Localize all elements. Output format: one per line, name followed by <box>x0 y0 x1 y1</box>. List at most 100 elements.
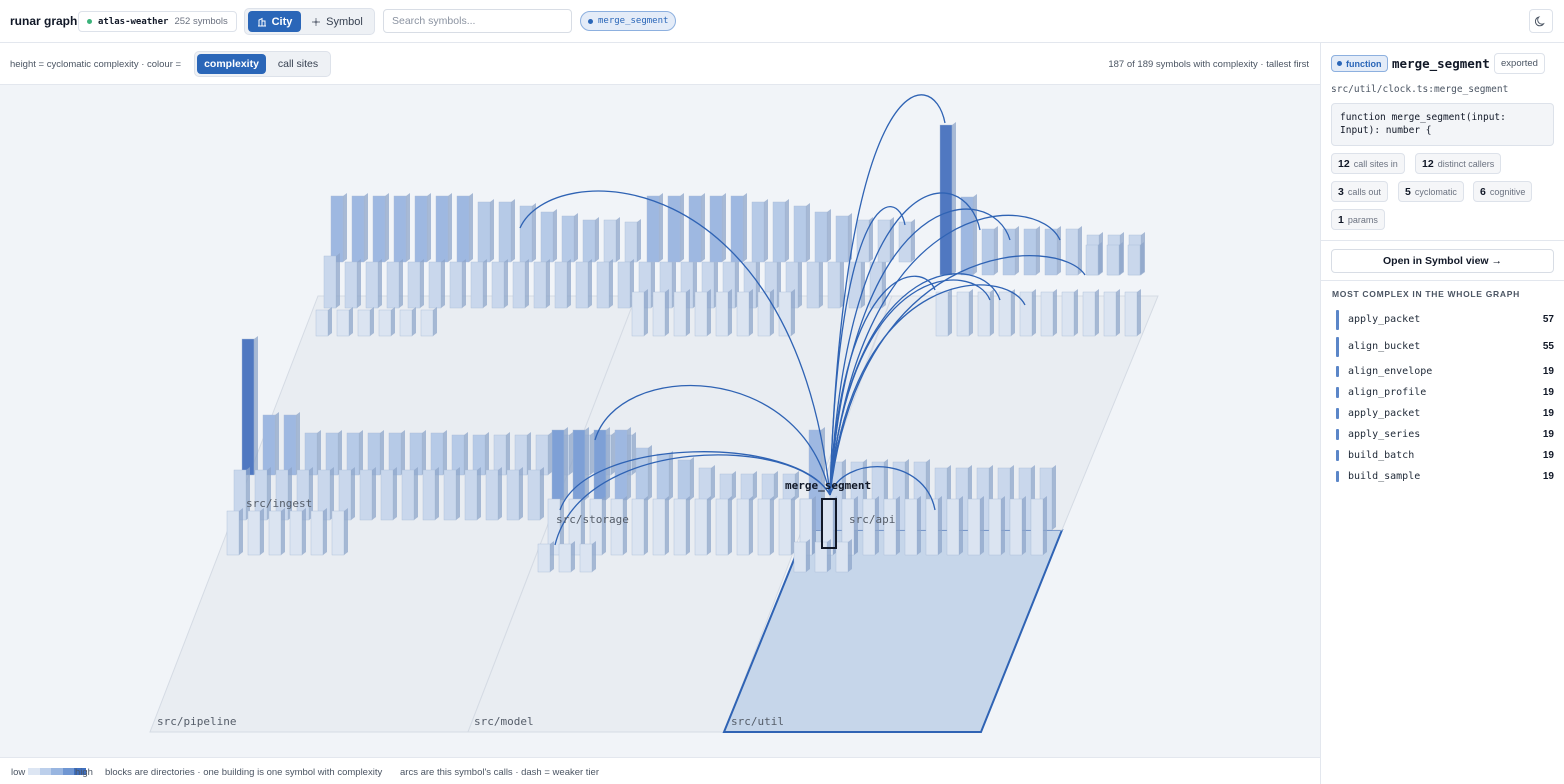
stat-label: call sites in <box>1353 158 1398 169</box>
complex-item-value: 19 <box>1542 387 1554 398</box>
symbol-building <box>456 195 470 263</box>
panel-divider <box>1321 240 1564 241</box>
symbol-building <box>688 195 702 263</box>
complexity-mode-button[interactable]: complexity <box>197 54 266 74</box>
building-side <box>1098 242 1102 275</box>
complex-item-name: align_profile <box>1348 387 1427 398</box>
building-side <box>317 430 321 475</box>
symbol-building <box>470 261 484 309</box>
building-side <box>498 467 502 520</box>
building-side <box>938 496 942 555</box>
city-canvas[interactable]: src/pipeline src/model src/util src/ingest s… <box>0 85 1320 757</box>
symbol-building <box>477 201 491 263</box>
symbol-building <box>1065 228 1079 276</box>
symbol-building <box>806 261 820 309</box>
complex-list-item[interactable]: build_batch 19 <box>1336 446 1554 467</box>
directory-label: src/pipeline <box>157 715 236 728</box>
stat-label: cognitive <box>1489 186 1526 197</box>
building-side <box>770 289 774 336</box>
symbol-building <box>380 469 394 521</box>
stat-params: 1 params <box>1331 209 1385 230</box>
legend-blocks-text: blocks are directories · one building is… <box>105 767 383 778</box>
complex-list-item[interactable]: align_bucket 55 <box>1336 337 1554 358</box>
symbol-building <box>540 211 554 263</box>
complex-list-item[interactable]: apply_series 19 <box>1336 425 1554 446</box>
top-bar: runar graph atlas-weather 252 symbols Ci… <box>0 0 1564 43</box>
building-side <box>1057 226 1061 275</box>
open-in-symbol-view-button[interactable]: Open in Symbol view → <box>1331 249 1554 273</box>
building-side <box>372 467 376 520</box>
building-side <box>592 541 596 572</box>
search-input[interactable] <box>383 9 572 33</box>
building-side <box>527 432 531 475</box>
theme-toggle-button[interactable] <box>1529 9 1553 33</box>
symbol-building <box>1061 291 1075 337</box>
complex-list-item[interactable]: align_envelope 19 <box>1336 362 1554 383</box>
colour-mode-toggle: complexity call sites <box>194 51 331 77</box>
building-side <box>564 427 568 500</box>
building-side <box>711 465 715 500</box>
symbol-building <box>827 261 841 309</box>
app-title: runar graph <box>10 14 78 28</box>
symbol-kind-badge: function <box>1331 55 1388 72</box>
symbol-building <box>778 498 792 556</box>
symbol-building <box>330 195 344 263</box>
stat-distinct-callers: 12 distinct callers <box>1415 153 1502 174</box>
symbol-building <box>551 429 565 501</box>
chip-dot-icon <box>588 18 593 24</box>
building-side <box>433 307 437 336</box>
symbol-building <box>1030 498 1044 556</box>
repo-badge[interactable]: atlas-weather 252 symbols <box>78 11 237 32</box>
stat-cyclomatic: 5 cyclomatic <box>1398 181 1464 202</box>
city-svg[interactable]: src/pipeline src/model src/util src/ingest s… <box>0 85 1320 757</box>
symbol-building <box>247 510 261 556</box>
symbol-building <box>694 498 708 556</box>
symbol-building <box>862 498 876 556</box>
canvas-status: 187 of 189 symbols with complexity · tal… <box>1108 59 1309 70</box>
symbol-building <box>268 510 282 556</box>
building-side <box>302 508 306 555</box>
symbol-building <box>925 498 939 556</box>
complex-list-item[interactable]: apply_packet 19 <box>1336 404 1554 425</box>
building-side <box>637 219 641 262</box>
stat-cognitive: 6 cognitive <box>1473 181 1533 202</box>
complex-list-item[interactable]: apply_packet 57 <box>1336 310 1554 331</box>
building-side <box>1011 289 1015 336</box>
building-side <box>380 430 384 475</box>
symbol-building <box>378 309 392 337</box>
city-view-button[interactable]: City <box>248 11 301 32</box>
symbol-building <box>596 261 610 309</box>
symbol-building <box>939 124 953 276</box>
building-side <box>848 539 852 572</box>
building-side <box>483 259 487 308</box>
symbol-view-button[interactable]: Symbol <box>305 11 369 32</box>
building-side <box>1001 496 1005 555</box>
call-sites-mode-button[interactable]: call sites <box>269 54 327 74</box>
symbol-building <box>935 291 949 337</box>
complex-list-item[interactable]: align_profile 19 <box>1336 383 1554 404</box>
symbol-building <box>365 261 379 309</box>
complex-item-name: apply_packet <box>1348 314 1421 325</box>
building-side <box>753 471 757 500</box>
symbol-building <box>635 447 649 501</box>
symbol-building <box>652 498 666 556</box>
stat-value: 3 <box>1338 185 1344 198</box>
building-side <box>732 471 736 500</box>
building-side <box>948 289 952 336</box>
symbol-building <box>667 195 681 263</box>
building-side <box>707 289 711 336</box>
complex-item-name: build_sample <box>1348 471 1421 482</box>
building-side <box>349 307 353 336</box>
building-side <box>585 427 589 500</box>
building-side <box>275 412 279 475</box>
building-side <box>665 289 669 336</box>
building-side <box>764 199 768 262</box>
building-side <box>827 539 831 572</box>
selected-symbol-chip[interactable]: merge_segment <box>580 11 677 31</box>
complex-list-item[interactable]: build_sample 19 <box>1336 467 1554 488</box>
symbol-building <box>673 291 687 337</box>
building-side <box>422 430 426 475</box>
symbol-building <box>506 469 520 521</box>
building-icon <box>257 17 266 26</box>
symbol-building <box>449 261 463 309</box>
